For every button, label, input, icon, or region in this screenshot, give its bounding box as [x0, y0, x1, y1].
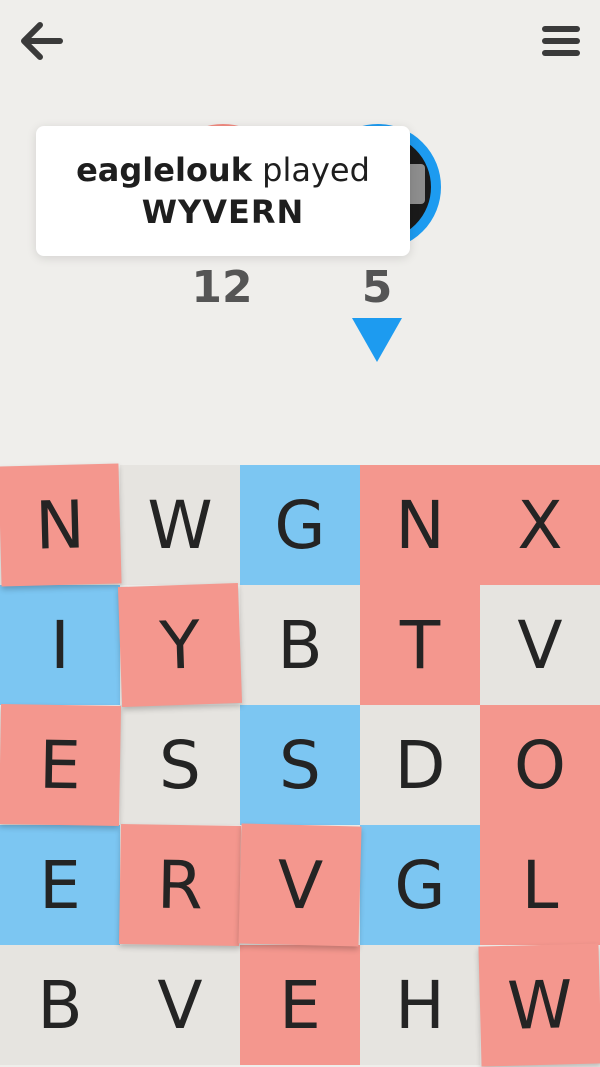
letter-tile[interactable]: N	[360, 465, 480, 585]
letter-tile[interactable]: D	[360, 705, 480, 825]
letter-tile[interactable]: O	[480, 705, 600, 825]
letter-tile[interactable]: I	[0, 585, 120, 705]
letter-tile[interactable]: V	[480, 585, 600, 705]
letter-tile[interactable]: E	[0, 825, 120, 945]
letter-tile[interactable]: L	[480, 825, 600, 945]
back-button[interactable]	[14, 16, 68, 66]
letter-tile[interactable]: H	[360, 945, 480, 1065]
letter-tile[interactable]: B	[0, 945, 120, 1065]
letter-tile[interactable]: E	[0, 703, 122, 827]
letter-tile[interactable]: V	[120, 945, 240, 1065]
letter-tile[interactable]: G	[240, 465, 360, 585]
game-board: NWGNXIYBTVESSDOERVGLBVEHW	[0, 463, 600, 1067]
letter-tile[interactable]: G	[360, 825, 480, 945]
played-word-toast: eaglelouk played WYVERN	[36, 126, 410, 256]
letter-tile[interactable]: W	[120, 465, 240, 585]
letter-tile[interactable]: E	[240, 945, 360, 1065]
letter-tile[interactable]: S	[120, 705, 240, 825]
letter-tile[interactable]: S	[240, 705, 360, 825]
arrow-left-icon	[21, 22, 63, 60]
toast-verb: played	[262, 151, 370, 189]
menu-button[interactable]	[536, 16, 586, 66]
toast-message: eaglelouk played	[76, 149, 370, 191]
left-player-score: 12	[191, 262, 253, 313]
letter-tile[interactable]: R	[118, 823, 242, 947]
letter-tile[interactable]: N	[0, 463, 122, 587]
turn-indicator-arrow	[352, 318, 402, 362]
letter-tile[interactable]: B	[240, 585, 360, 705]
hamburger-menu-icon	[542, 26, 580, 56]
letter-tile[interactable]: V	[238, 823, 362, 947]
letter-tile[interactable]: W	[478, 943, 600, 1067]
toast-played-word: WYVERN	[141, 193, 305, 231]
letter-tile[interactable]: T	[360, 585, 480, 705]
letter-tile[interactable]: X	[480, 465, 600, 585]
toast-player-name: eaglelouk	[76, 151, 252, 189]
right-player-score: 5	[361, 262, 393, 313]
letter-tile[interactable]: Y	[117, 582, 243, 708]
